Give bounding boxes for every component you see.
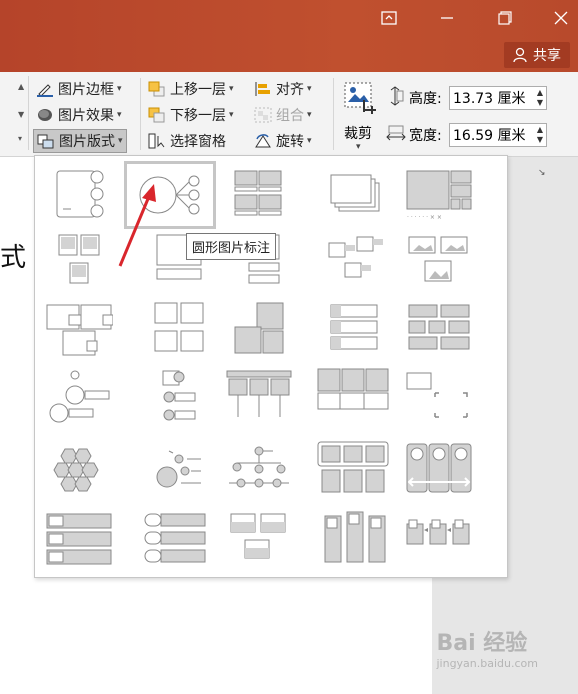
picture-layout-gallery: · · · · · · × × [34,155,508,578]
layout-item-26[interactable] [45,508,113,570]
layout-item-18[interactable] [225,366,293,428]
layout-item-19[interactable] [315,366,391,428]
slide-partial-text: 式 [0,243,27,273]
layout-item-21[interactable] [45,438,113,500]
slide-area-bottom [34,577,432,694]
picture-effects-label: 图片效果 [58,108,114,124]
layout-item-29[interactable] [321,508,389,570]
height-icon [386,86,404,110]
slide-area-left: 式 [0,157,34,694]
send-backward-icon [148,107,165,123]
restore-icon[interactable] [488,4,522,32]
rotate-icon [255,134,271,148]
selection-pane-label: 选择窗格 [170,134,226,150]
layout-item-27[interactable] [141,508,211,570]
title-bar: 共享 [0,0,578,72]
picture-layout-icon [37,134,54,149]
width-value: 16.59 厘米 [453,128,526,144]
height-spinner[interactable]: ▲ ▼ [537,88,543,108]
picture-border-button[interactable]: 图片边框 ▾ [36,78,122,100]
align-button[interactable]: 对齐 ▾ [254,78,312,100]
group-label: 组合 [276,108,304,124]
rotate-button[interactable]: 旋转 ▾ [254,130,312,152]
bring-forward-button[interactable]: 上移一层 ▾ [148,78,234,100]
picture-effects-icon [38,109,52,121]
layout-item-5[interactable]: · · · · · · × × [405,164,473,226]
layout-item-15[interactable] [405,298,473,360]
layout-item-28[interactable] [225,508,293,570]
layout-item-10[interactable] [405,230,473,292]
width-label: 宽度: [409,128,442,144]
layout-item-1[interactable] [45,164,113,226]
watermark: Bai 经验 jingyan.baidu.com [436,625,538,670]
crop-button[interactable]: 裁剪 ▾ [340,78,380,152]
crop-label: 裁剪 [344,126,372,142]
picture-layout-label: 图片版式 [59,134,115,150]
picture-layout-button[interactable]: 图片版式 ▾ [33,129,127,153]
group-icon [254,107,272,123]
selection-pane-button[interactable]: 选择窗格 [148,130,226,152]
watermark-text: Bai 经验 [436,631,528,656]
layout-item-6[interactable] [45,230,113,292]
person-icon [513,47,527,63]
height-value: 13.73 厘米 [453,91,526,107]
send-backward-label: 下移一层 [170,108,226,124]
selection-pane-icon [148,133,165,149]
layout-item-25[interactable] [405,438,473,500]
layout-item-9[interactable] [321,230,389,292]
layout-tooltip: 圆形图片标注 [186,233,277,260]
size-dialog-launcher-icon[interactable]: ↘ [538,168,546,178]
align-label: 对齐 [276,82,304,98]
send-backward-button[interactable]: 下移一层 ▾ [148,104,234,126]
share-button[interactable]: 共享 [504,42,570,68]
layout-item-17[interactable] [145,366,213,428]
bring-forward-icon [148,81,165,97]
width-input[interactable]: 16.59 厘米 ▲ ▼ [449,123,547,147]
layout-item-13[interactable] [225,298,293,360]
layout-item-20[interactable] [405,366,473,428]
svg-text:· · · · · · × ×: · · · · · · × × [407,214,442,221]
picture-border-icon [37,84,53,97]
bring-forward-label: 上移一层 [170,82,226,98]
layout-item-30[interactable] [405,508,473,570]
crop-icon [344,82,376,114]
watermark-sub: jingyan.baidu.com [436,657,538,670]
layout-item-3[interactable] [225,164,293,226]
layout-item-23[interactable] [225,438,293,500]
layout-item-16[interactable] [45,366,113,428]
layout-item-24[interactable] [315,438,391,500]
width-spinner[interactable]: ▲ ▼ [537,125,543,145]
ribbon-display-options-icon[interactable] [372,4,406,32]
close-icon[interactable] [544,4,578,32]
height-input[interactable]: 13.73 厘米 ▲ ▼ [449,86,547,110]
picture-border-label: 图片边框 [58,82,114,98]
minimize-icon[interactable] [430,4,464,32]
layout-item-11[interactable] [45,298,113,360]
group-button[interactable]: 组合 ▾ [254,104,312,126]
width-icon [386,125,406,145]
share-label: 共享 [533,48,561,64]
layout-item-14[interactable] [321,298,389,360]
height-label: 高度: [409,91,442,107]
rotate-label: 旋转 [276,134,304,150]
picture-effects-button[interactable]: 图片效果 ▾ [36,104,122,126]
annotation-arrow-icon [118,184,156,267]
layout-item-22[interactable] [145,438,213,500]
align-icon [255,82,270,96]
style-gallery-scroll[interactable]: ▲ ▼ ▾ [0,76,29,150]
layout-item-4[interactable] [321,164,389,226]
layout-item-12[interactable] [145,298,213,360]
